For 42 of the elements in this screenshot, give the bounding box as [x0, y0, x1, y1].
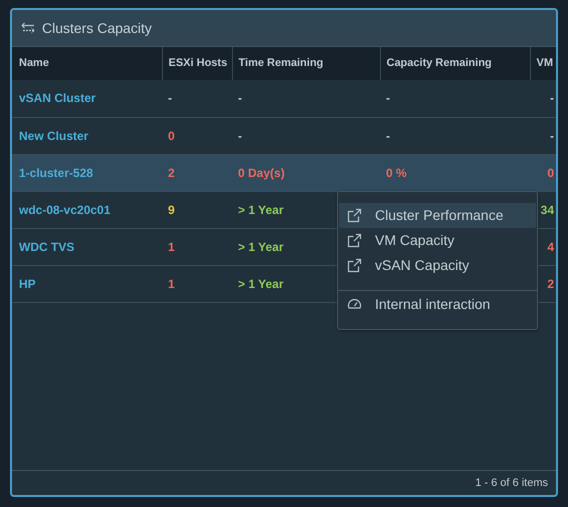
table-cell: 0 Day(s)	[238, 166, 285, 180]
panel-title: Clusters Capacity	[42, 18, 152, 38]
menu-item[interactable]: Cluster Performance	[339, 203, 536, 228]
table-cell: -	[238, 91, 242, 106]
column-header[interactable]: Time Remaining	[232, 47, 380, 80]
table-cell: 9	[168, 202, 175, 216]
column-header[interactable]: Name	[12, 47, 162, 80]
table-cell: > 1 Year	[238, 240, 284, 254]
table-cell: 1	[168, 240, 175, 254]
table-cell: 34	[540, 202, 554, 216]
column-header[interactable]: Capacity Remaining	[380, 47, 530, 80]
table-cell: -	[550, 91, 554, 106]
menu-item[interactable]: VM Capacity	[339, 228, 536, 253]
cluster-link[interactable]: WDC TVS	[19, 240, 74, 254]
table-cell: 2	[547, 276, 554, 290]
table-cell: 1	[168, 276, 175, 290]
table-cell: -	[386, 91, 390, 106]
table-cell: 0	[168, 128, 175, 142]
menu-item[interactable]: vSAN Capacity	[339, 253, 536, 278]
table-cell: 2	[168, 166, 175, 180]
cluster-link[interactable]: wdc-08-vc20c01	[19, 202, 110, 216]
table-cell: -	[386, 128, 390, 142]
table-cell: -	[168, 91, 172, 106]
external-link-icon	[347, 208, 362, 223]
cluster-link[interactable]: New Cluster	[19, 128, 88, 142]
external-link-icon	[347, 233, 362, 248]
table-cell: -	[238, 128, 242, 142]
swap-arrows-icon	[20, 22, 36, 34]
column-header[interactable]: VM	[530, 47, 556, 80]
cluster-link[interactable]: vSAN Cluster	[19, 91, 96, 106]
cluster-link[interactable]: 1-cluster-528	[19, 166, 94, 180]
table-cell: > 1 Year	[238, 276, 284, 290]
table-cell: 0	[547, 166, 554, 180]
menu-item[interactable]: Internal interaction	[339, 292, 536, 317]
table-cell: 0 %	[386, 166, 407, 180]
table-cell: 4	[547, 240, 554, 254]
column-header[interactable]: ESXi Hosts	[162, 47, 232, 80]
cluster-link[interactable]: HP	[19, 276, 36, 290]
pagination-text: 1 - 6 of 6 items	[475, 476, 548, 491]
table-cell: > 1 Year	[238, 202, 284, 216]
external-link-icon	[347, 258, 362, 273]
table-cell: -	[550, 128, 554, 142]
